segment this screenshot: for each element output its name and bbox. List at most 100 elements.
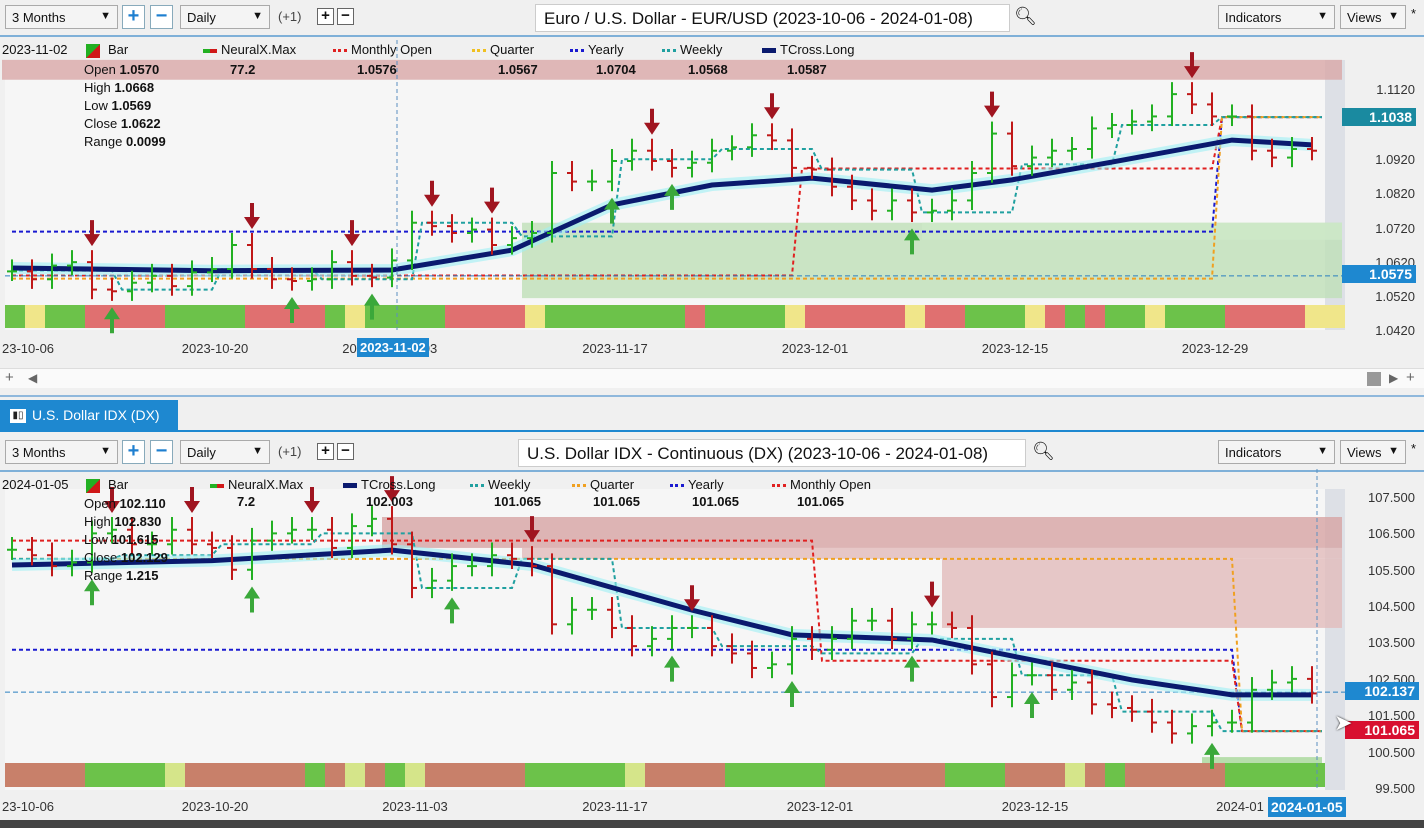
- regime-cell: [705, 305, 725, 328]
- current-price-label: 1.0575: [1342, 265, 1416, 283]
- regime-cell: [325, 763, 345, 787]
- legend-tcross[interactable]: TCross.Long: [343, 477, 435, 492]
- regime-cell: [1285, 763, 1305, 787]
- legend-weekly: Weekly: [662, 42, 722, 57]
- chart-panel-1: 107.500106.500105.500104.500103.500102.5…: [2, 469, 1415, 814]
- regime-cell: [525, 763, 545, 787]
- regime-cell: [385, 305, 405, 328]
- regime-cell: [805, 763, 825, 787]
- ohlc-close: Close 1.0622: [84, 116, 161, 131]
- regime-cell: [1145, 763, 1165, 787]
- legend-monthly-open: Monthly Open: [333, 42, 432, 57]
- regime-cell: [145, 763, 165, 787]
- regime-cell: [1165, 305, 1185, 328]
- regime-cell: [1085, 763, 1105, 787]
- regime-cell: [485, 763, 505, 787]
- regime-cell: [765, 305, 785, 328]
- regime-cell: [645, 763, 665, 787]
- zone: [942, 558, 1342, 628]
- regime-cell: [605, 305, 625, 328]
- y-tick-label: 1.0820: [1375, 186, 1415, 201]
- regime-cell: [505, 305, 525, 328]
- ohlc-close: Close 102.129: [84, 550, 168, 565]
- regime-cell: [905, 305, 925, 328]
- regime-cell: [1265, 305, 1285, 328]
- x-tick-label: 23-10-06: [2, 341, 54, 356]
- regime-cell: [805, 305, 825, 328]
- legend-neuralx[interactable]: NeuralX.Max: [210, 477, 303, 492]
- regime-cell: [705, 763, 725, 787]
- regime-cell: [65, 763, 85, 787]
- regime-cell: [565, 763, 585, 787]
- regime-cell: [1225, 763, 1245, 787]
- x-tick-label: 2023-10-20: [182, 341, 249, 356]
- y-tick-label: 105.500: [1368, 563, 1415, 578]
- y-tick-label: 1.1120: [1376, 82, 1415, 97]
- value-monthly-open: 1.0576: [357, 62, 397, 77]
- regime-cell: [685, 305, 705, 328]
- regime-cell: [725, 305, 745, 328]
- y-tick-label: 1.0520: [1375, 289, 1415, 304]
- regime-cell: [985, 305, 1005, 328]
- add-icon[interactable]: +: [1406, 369, 1415, 386]
- regime-cell: [505, 763, 525, 787]
- regime-cell: [865, 305, 885, 328]
- regime-cell: [65, 305, 85, 328]
- horizontal-scrollbar[interactable]: + ◀ ▶ +: [0, 368, 1424, 388]
- x-tick-label: 2023-11-03: [382, 799, 448, 814]
- regime-cell: [385, 763, 405, 787]
- regime-cell: [845, 305, 865, 328]
- regime-cell: [165, 763, 185, 787]
- ohlc-open: Open 102.110: [84, 496, 166, 511]
- value-weekly: 1.0568: [688, 62, 728, 77]
- regime-cell: [225, 763, 245, 787]
- regime-cell: [945, 305, 965, 328]
- regime-cell: [1245, 763, 1265, 787]
- scroll-right-icon[interactable]: ▶: [1389, 371, 1398, 385]
- scroll-left-icon[interactable]: ◀: [28, 371, 37, 385]
- regime-cell: [105, 763, 125, 787]
- regime-cell: [1125, 763, 1145, 787]
- regime-cell: [985, 763, 1005, 787]
- value-weekly: 101.065: [494, 494, 541, 509]
- regime-cell: [305, 763, 325, 787]
- charts-canvas[interactable]: 1.11201.09201.08201.07201.06201.05201.04…: [0, 0, 1424, 828]
- legend-tcross[interactable]: TCross.Long: [762, 42, 854, 57]
- regime-cell: [885, 305, 905, 328]
- regime-cell: [1245, 305, 1265, 328]
- legend-date: 2024-01-05: [2, 477, 69, 492]
- legend-bar: Bar: [86, 477, 128, 493]
- regime-cell: [1085, 305, 1105, 328]
- legend-neuralx[interactable]: NeuralX.Max: [203, 42, 296, 57]
- scroll-thumb[interactable]: [1367, 372, 1381, 386]
- ohlc-high: High 102.830: [84, 514, 162, 529]
- regime-cell: [125, 763, 145, 787]
- legend-quarter: Quarter: [472, 42, 534, 57]
- regime-cell: [305, 305, 325, 328]
- regime-cell: [1005, 763, 1025, 787]
- x-tick-label: 23-10-06: [2, 799, 54, 814]
- regime-cell: [625, 763, 645, 787]
- regime-cell: [405, 305, 425, 328]
- value-quarter: 101.065: [593, 494, 640, 509]
- y-tick-label: 107.500: [1368, 490, 1415, 505]
- regime-cell: [1145, 305, 1165, 328]
- regime-cell: [965, 305, 985, 328]
- regime-cell: [1105, 305, 1125, 328]
- regime-cell: [1065, 763, 1085, 787]
- regime-cell: [545, 305, 565, 328]
- regime-cell: [85, 763, 105, 787]
- y-tick-label: 1.0920: [1375, 152, 1415, 167]
- regime-cell: [525, 305, 545, 328]
- regime-cell: [885, 763, 905, 787]
- x-tick-label: 2023-12-01: [787, 799, 854, 814]
- chart-panel-0: 1.11201.09201.08201.07201.06201.05201.04…: [2, 40, 1415, 356]
- value-quarter: 1.0567: [498, 62, 538, 77]
- regime-cell: [1065, 305, 1085, 328]
- regime-cell: [785, 763, 805, 787]
- regime-cell: [445, 763, 465, 787]
- add-icon[interactable]: +: [5, 369, 14, 386]
- regime-cell: [265, 305, 285, 328]
- regime-cell: [425, 763, 445, 787]
- regime-cell: [1045, 763, 1065, 787]
